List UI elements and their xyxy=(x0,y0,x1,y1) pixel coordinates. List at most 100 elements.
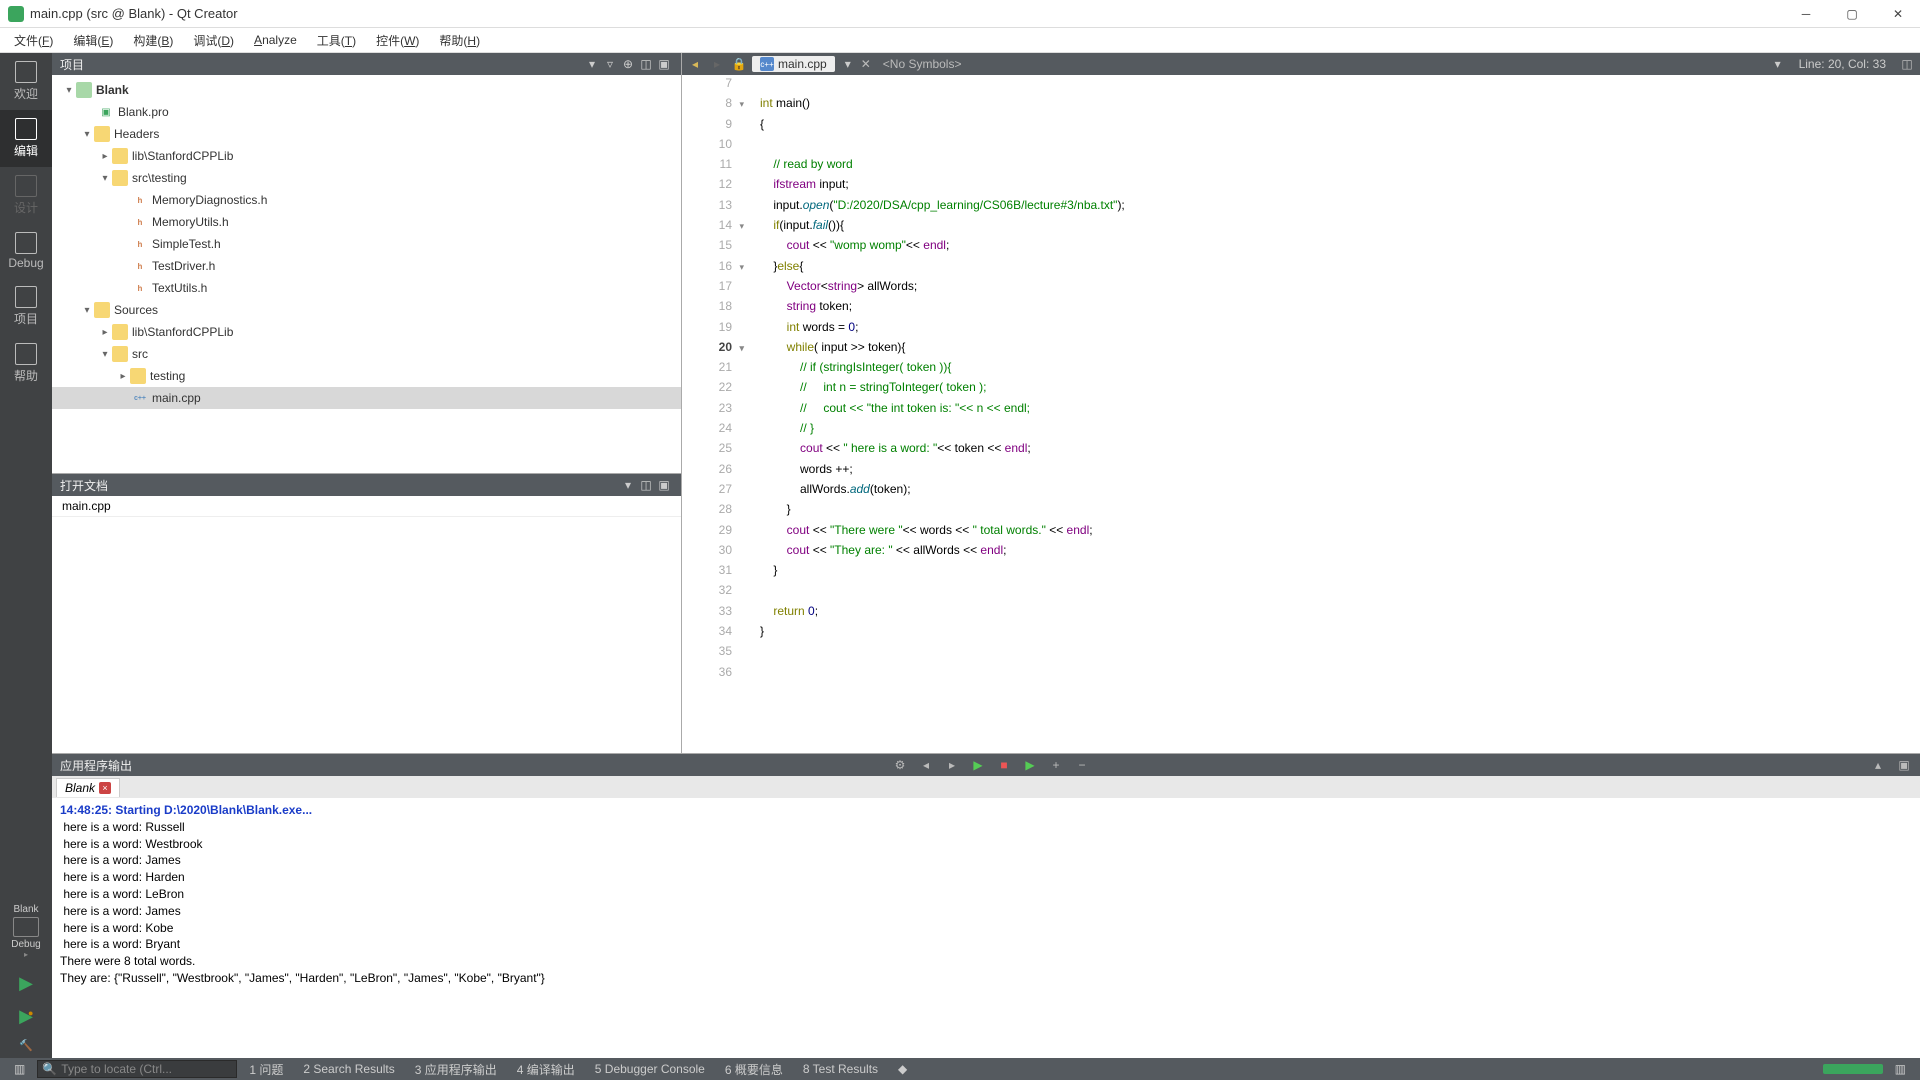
titlebar: main.cpp (src @ Blank) - Qt Creator ─ ▢ … xyxy=(0,0,1920,28)
nav-back-button[interactable]: ◂ xyxy=(686,57,704,71)
stop-button[interactable]: ■ xyxy=(996,758,1012,772)
split-button[interactable]: ◫ xyxy=(637,57,655,71)
window-title: main.cpp (src @ Blank) - Qt Creator xyxy=(30,6,1792,21)
maximize-button[interactable]: ▢ xyxy=(1838,4,1866,24)
folder-icon xyxy=(112,346,128,362)
filter-icon[interactable]: ▾ xyxy=(583,57,601,71)
output-body[interactable]: 14:48:25: Starting D:\2020\Blank\Blank.e… xyxy=(52,798,1920,1058)
tree-testing-folder[interactable]: ▾src\testing xyxy=(52,167,681,189)
prev-button[interactable]: ◂ xyxy=(918,758,934,772)
output-line: here is a word: James xyxy=(60,852,1912,869)
toggle-sidebar-button[interactable]: ▥ xyxy=(6,1060,33,1078)
folder-icon xyxy=(94,126,110,142)
tree-main-cpp[interactable]: c++main.cpp xyxy=(52,387,681,409)
collapse-button[interactable]: ▴ xyxy=(1870,758,1886,772)
link-icon[interactable]: ⊕ xyxy=(619,57,637,71)
add-button[interactable]: + xyxy=(1048,758,1064,772)
project-tree[interactable]: ▾Blank ▣Blank.pro ▾Headers ▸lib\Stanford… xyxy=(52,75,681,473)
tree-lib-folder[interactable]: ▸lib\StanfordCPPLib xyxy=(52,145,681,167)
tree-header-file[interactable]: hTextUtils.h xyxy=(52,277,681,299)
pro-file-icon: ▣ xyxy=(98,104,114,120)
output-start-line: 14:48:25: Starting D:\2020\Blank\Blank.e… xyxy=(60,802,1912,819)
dropdown-icon[interactable]: ▾ xyxy=(839,57,857,71)
sb-search-results[interactable]: 2 Search Results xyxy=(295,1060,402,1078)
close-file-button[interactable]: ✕ xyxy=(861,57,871,71)
split-button[interactable]: ◫ xyxy=(637,478,655,492)
mode-design[interactable]: 设计 xyxy=(0,167,52,224)
menu-file[interactable]: 文件(F) xyxy=(4,29,63,52)
file-tab[interactable]: c++ main.cpp xyxy=(752,56,835,72)
split-button[interactable]: ◫ xyxy=(1898,57,1916,71)
menu-help[interactable]: 帮助(H) xyxy=(429,29,490,52)
tree-header-file[interactable]: hMemoryDiagnostics.h xyxy=(52,189,681,211)
locator-input[interactable]: 🔍 Type to locate (Ctrl... xyxy=(37,1060,237,1078)
sb-more[interactable]: ◆ xyxy=(890,1060,915,1078)
mode-debug[interactable]: Debug xyxy=(0,224,52,278)
menu-build[interactable]: 构建(B) xyxy=(123,29,183,52)
debug-run-button[interactable]: ▶● xyxy=(0,1000,52,1033)
h-file-icon: h xyxy=(132,258,148,274)
output-line: here is a word: LeBron xyxy=(60,886,1912,903)
close-button[interactable]: ▣ xyxy=(655,478,673,492)
open-docs-list[interactable]: main.cpp xyxy=(52,496,681,753)
tree-src-folder[interactable]: ▾src xyxy=(52,343,681,365)
mode-help[interactable]: 帮助 xyxy=(0,335,52,392)
tree-headers[interactable]: ▾Headers xyxy=(52,123,681,145)
code-editor[interactable]: 7 8▾ 9 10 11 12 13 14▾ 15 16▾ 17 18 19 2… xyxy=(682,75,1920,753)
filter-button[interactable]: ▿ xyxy=(601,57,619,71)
mode-projects[interactable]: 项目 xyxy=(0,278,52,335)
mode-welcome[interactable]: 欢迎 xyxy=(0,53,52,110)
menu-widgets[interactable]: 控件(W) xyxy=(366,29,429,52)
menu-debug[interactable]: 调试(D) xyxy=(183,29,244,52)
tree-header-file[interactable]: hTestDriver.h xyxy=(52,255,681,277)
tree-lib-folder-2[interactable]: ▸lib\StanfordCPPLib xyxy=(52,321,681,343)
output-tab[interactable]: Blank × xyxy=(56,778,120,797)
build-button[interactable]: 🔨 xyxy=(0,1033,52,1058)
tree-root[interactable]: ▾Blank xyxy=(52,79,681,101)
mode-edit[interactable]: 编辑 xyxy=(0,110,52,167)
editor-panel: ◂ ▸ 🔒 c++ main.cpp ▾ ✕ <No Symbols> ▾ Li… xyxy=(682,53,1920,753)
h-file-icon: h xyxy=(132,280,148,296)
close-tab-icon[interactable]: × xyxy=(99,782,111,794)
close-button[interactable]: ✕ xyxy=(1884,4,1912,24)
tree-header-file[interactable]: hMemoryUtils.h xyxy=(52,211,681,233)
dropdown-icon[interactable]: ▾ xyxy=(1769,57,1787,71)
output-line: here is a word: Bryant xyxy=(60,936,1912,953)
nav-forward-button[interactable]: ▸ xyxy=(708,57,726,71)
output-line: They are: {"Russell", "Westbrook", "Jame… xyxy=(60,970,1912,987)
statusbar: ▥ 🔍 Type to locate (Ctrl... 1 问题 2 Searc… xyxy=(0,1058,1920,1080)
filter-icon[interactable]: ⚙ xyxy=(892,758,908,772)
sb-compile-output[interactable]: 4 编译输出 xyxy=(509,1059,583,1080)
next-button[interactable]: ▸ xyxy=(944,758,960,772)
sb-debugger-console[interactable]: 5 Debugger Console xyxy=(587,1060,713,1078)
target-selector[interactable]: Blank Debug ▸ xyxy=(0,896,52,967)
symbol-selector[interactable]: <No Symbols> xyxy=(875,57,970,71)
run-button[interactable]: ▶ xyxy=(0,967,52,1000)
output-line: here is a word: Kobe xyxy=(60,920,1912,937)
lock-icon[interactable]: 🔒 xyxy=(730,57,748,71)
tree-header-file[interactable]: hSimpleTest.h xyxy=(52,233,681,255)
menu-edit[interactable]: 编辑(E) xyxy=(63,29,123,52)
close-button[interactable]: ▣ xyxy=(1896,758,1912,772)
tree-pro-file[interactable]: ▣Blank.pro xyxy=(52,101,681,123)
menu-analyze[interactable]: Analyze xyxy=(244,30,307,50)
minimize-button[interactable]: ─ xyxy=(1792,4,1820,24)
tree-sources[interactable]: ▾Sources xyxy=(52,299,681,321)
remove-button[interactable]: − xyxy=(1074,758,1090,772)
folder-icon xyxy=(112,324,128,340)
attach-button[interactable]: ▶ xyxy=(1022,758,1038,772)
toggle-right-sidebar-button[interactable]: ▥ xyxy=(1887,1060,1914,1078)
menu-tools[interactable]: 工具(T) xyxy=(307,29,366,52)
project-icon xyxy=(76,82,92,98)
close-panel-button[interactable]: ▣ xyxy=(655,57,673,71)
sb-test-results[interactable]: 8 Test Results xyxy=(795,1060,886,1078)
sb-app-output[interactable]: 3 应用程序输出 xyxy=(407,1059,505,1080)
open-doc-item[interactable]: main.cpp xyxy=(52,496,681,517)
tree-testing-sub[interactable]: ▸testing xyxy=(52,365,681,387)
h-file-icon: h xyxy=(132,236,148,252)
code-content[interactable]: int main() { // read by word ifstream in… xyxy=(740,75,1920,753)
rerun-button[interactable]: ▶ xyxy=(970,758,986,772)
dropdown-icon[interactable]: ▾ xyxy=(619,478,637,492)
sb-issues[interactable]: 1 问题 xyxy=(241,1059,291,1080)
sb-general[interactable]: 6 概要信息 xyxy=(717,1059,791,1080)
